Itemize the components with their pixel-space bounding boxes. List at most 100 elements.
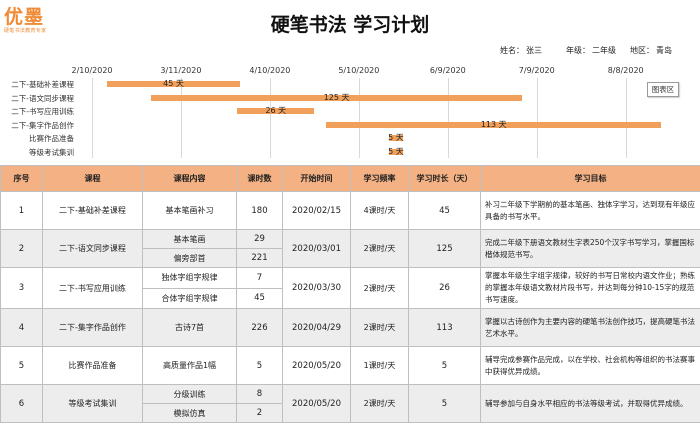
cell-course: 比赛作品准备 [42, 346, 143, 385]
cell-content: 偏旁部首 [142, 248, 237, 268]
chart-area-button[interactable]: 图表区 [647, 82, 679, 97]
col-header-frequency: 学习频率 [350, 165, 409, 192]
cell-start: 2020/05/20 [282, 346, 351, 385]
gantt-date-label: 5/10/2020 [338, 66, 380, 75]
cell-start: 2020/02/15 [282, 191, 351, 230]
col-header-days: 学习时长（天） [408, 165, 481, 192]
cell-hours: 29 [236, 229, 283, 249]
cell-days: 5 [408, 384, 481, 423]
cell-goal: 掌握以古诗创作为主要内容的硬笔书法创作技巧，提高硬笔书法艺术水平。 [480, 308, 700, 347]
grade-value: 二年级 [592, 46, 616, 55]
gantt-date-label: 2/10/2020 [71, 66, 113, 75]
gantt-task-label: 二下-集字作品创作 [11, 120, 74, 130]
cell-frequency: 4课时/天 [350, 191, 409, 230]
cell-start: 2020/05/20 [282, 384, 351, 423]
gantt-gridline [447, 78, 449, 158]
cell-course: 二下-书写应用训练 [42, 267, 143, 309]
cell-content: 基本笔画补习 [142, 191, 237, 230]
gantt-gridline [269, 78, 271, 158]
cell-hours: 7 [236, 267, 283, 289]
cell-content: 分级训练 [142, 384, 237, 404]
table-row: 5 比赛作品准备 高质量作品1幅 5 2020/05/20 1课时/天 5 辅导完成参赛作品完… [0, 346, 700, 385]
table-row: 6 等级考试集训 分级训练 8 2020/05/20 2课时/天 5 辅导参加与自身水平相应的… [0, 384, 700, 423]
cell-days: 5 [408, 346, 481, 385]
cell-goal: 辅导完成参赛作品完成，以在学校、社会机构等组织的书法赛事中获得优异成绩。 [480, 346, 700, 385]
gantt-task-label: 比赛作品准备 [29, 134, 74, 144]
gantt-task-label: 二下-基础补差课程 [11, 80, 74, 89]
cell-days: 26 [408, 267, 481, 309]
gantt-bar-label: 45 天 [163, 79, 184, 88]
cell-goal: 补习二年级下学期前的基本笔画、独体字学习，达到现有年级应具备的书写水平。 [480, 191, 700, 230]
cell-days: 45 [408, 191, 481, 230]
gantt-bar-label: 113 天 [480, 119, 507, 129]
gantt-task-label: 二下-书写应用训练 [11, 107, 74, 117]
gantt-date-label: 8/8/2020 [607, 66, 644, 75]
gantt-date-label: 4/10/2020 [249, 66, 291, 75]
cell-goal: 掌握本年级生字组字规律，较好的书写日常校内语文作业；熟练的掌握本年级语文教材片段… [480, 267, 700, 309]
student-name: 姓名： 张三 [500, 45, 542, 56]
gantt-gridline [180, 78, 182, 158]
gantt-gridline [536, 78, 538, 158]
cell-goal: 完成二年级下册语文教材生字表250个汉字书写学习，掌握国标楷体规范书写。 [480, 229, 700, 268]
grade-label: 年级： [566, 46, 590, 55]
gantt-gridline [92, 78, 93, 158]
gantt-date-label: 7/9/2020 [518, 66, 555, 75]
gantt-chart: 图表区 2/10/2020 3/11/2020 4/10/2020 5/10/2020… [0, 62, 700, 162]
cell-hours: 45 [236, 287, 283, 309]
gantt-task-label: 等级考试集训 [29, 148, 74, 157]
cell-course: 二下-基础补差课程 [42, 191, 143, 230]
cell-frequency: 1课时/天 [350, 346, 409, 385]
cell-no: 5 [0, 346, 43, 385]
page-title: 硬笔书法 学习计划 [270, 14, 430, 36]
cell-course: 等级考试集训 [42, 384, 143, 423]
gantt-gridline [358, 78, 360, 158]
col-header-goal: 学习目标 [480, 165, 700, 192]
cell-frequency: 2课时/天 [350, 384, 409, 423]
cell-content: 高质量作品1幅 [142, 346, 237, 385]
cell-content: 基本笔画 [142, 229, 237, 249]
col-header-no: 序号 [0, 165, 43, 192]
cell-days: 113 [408, 308, 481, 347]
gantt-bar-label: 5 天 [388, 147, 404, 156]
student-grade: 年级： 二年级 [566, 45, 616, 56]
cell-frequency: 2课时/天 [350, 229, 409, 268]
cell-hours: 180 [236, 191, 283, 230]
col-header-hours: 课时数 [236, 165, 283, 192]
cell-content: 合体字组字规律 [142, 287, 237, 309]
gantt-date-label: 6/9/2020 [429, 66, 466, 75]
table-row: 2 二下-语文同步课程 基本笔画 29 2020/03/01 2课时/天 125 完成二年级下… [0, 229, 700, 268]
gantt-gridline [625, 78, 627, 158]
gantt-bar-label: 125 天 [323, 92, 350, 102]
gantt-date-label: 3/11/2020 [160, 66, 202, 75]
region-value: 青岛 [656, 46, 672, 55]
table-header-row: 序号 课程 课程内容 课时数 开始时间 学习频率 学习时长（天） 学习目标 [0, 165, 700, 192]
cell-hours: 8 [236, 384, 283, 404]
cell-no: 3 [0, 267, 43, 309]
cell-no: 4 [0, 308, 43, 347]
gantt-task-label: 二下-语文同步课程 [11, 93, 74, 103]
cell-hours: 2 [236, 403, 283, 423]
col-header-course: 课程 [42, 165, 143, 192]
cell-start: 2020/04/29 [282, 308, 351, 347]
cell-content: 古诗7首 [142, 308, 237, 347]
name-label: 姓名： [500, 46, 524, 55]
table-row: 1 二下-基础补差课程 基本笔画补习 180 2020/02/15 4课时/天 45 补习二年… [0, 191, 700, 230]
cell-course: 二下-语文同步课程 [42, 229, 143, 268]
cell-frequency: 2课时/天 [350, 308, 409, 347]
name-value: 张三 [526, 46, 542, 55]
student-region: 地区： 青岛 [630, 45, 672, 56]
cell-start: 2020/03/01 [282, 229, 351, 268]
region-label: 地区： [630, 46, 654, 55]
col-header-content: 课程内容 [142, 165, 237, 192]
cell-days: 125 [408, 229, 481, 268]
cell-start: 2020/03/30 [282, 267, 351, 309]
study-plan-table: 序号 课程 课程内容 课时数 开始时间 学习频率 学习时长（天） 学习目标 1二… [0, 165, 700, 423]
gantt-bar-label: 5 天 [388, 133, 404, 143]
cell-content: 模拟仿真 [142, 403, 237, 423]
cell-no: 2 [0, 229, 43, 268]
gantt-bar-label: 26 天 [265, 106, 287, 116]
cell-no: 1 [0, 191, 43, 230]
table-row: 3 二下-书写应用训练 独体字组字规律 7 2020/03/30 2课时/天 26 掌握本年级… [0, 267, 700, 309]
cell-course: 二下-集字作品创作 [42, 308, 143, 347]
cell-hours: 226 [236, 308, 283, 347]
